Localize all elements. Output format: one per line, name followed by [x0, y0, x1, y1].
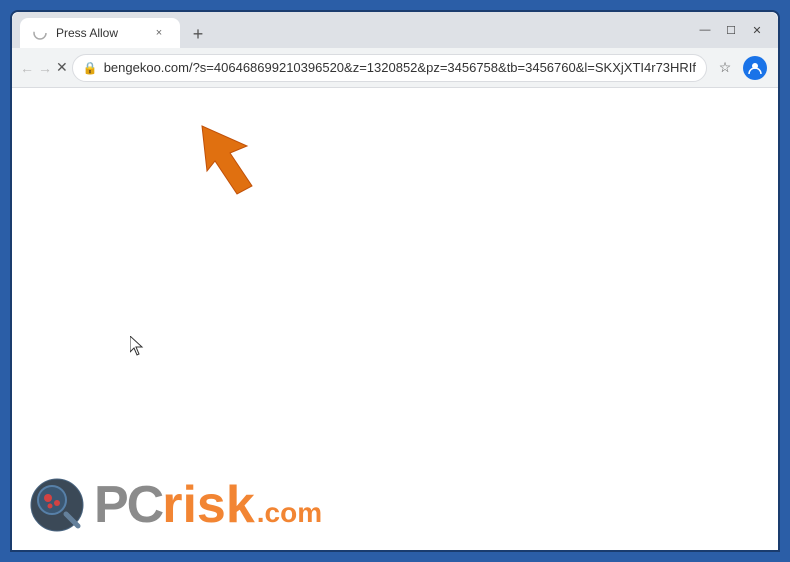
page-content: PCrisk.com [12, 88, 778, 550]
reload-button[interactable]: ✕ [56, 54, 68, 82]
toolbar-actions: ☆ ⋮ [711, 54, 780, 82]
menu-button[interactable]: ⋮ [771, 54, 780, 82]
arrow-indicator [192, 116, 282, 211]
tab-favicon [32, 25, 48, 41]
forward-button[interactable]: → [38, 54, 52, 82]
close-button[interactable]: ✕ [748, 21, 766, 39]
toolbar: ← → ✕ 🔒 bengekoo.com/?s=4064686992103965… [12, 48, 778, 88]
address-bar[interactable]: 🔒 bengekoo.com/?s=406468699210396520&z=1… [72, 54, 707, 82]
watermark: PCrisk.com [30, 478, 322, 532]
pcrisk-text: PCrisk.com [94, 479, 322, 531]
new-tab-button[interactable]: + [184, 20, 212, 48]
back-button[interactable]: ← [20, 54, 34, 82]
title-bar: Press Allow × + — ☐ ✕ [12, 12, 778, 48]
tab-close-button[interactable]: × [150, 24, 168, 42]
minimize-button[interactable]: — [696, 21, 714, 39]
tab-strip: Press Allow × + [20, 12, 692, 48]
url-text: bengekoo.com/?s=406468699210396520&z=132… [104, 60, 696, 75]
active-tab[interactable]: Press Allow × [20, 18, 180, 48]
lock-icon: 🔒 [83, 61, 98, 75]
pc-text: PC [94, 479, 162, 531]
mouse-cursor [130, 336, 142, 354]
restore-button[interactable]: ☐ [722, 21, 740, 39]
dotcom-text: .com [257, 499, 322, 527]
risk-text: risk [162, 479, 255, 531]
profile-button[interactable] [743, 56, 767, 80]
pcrisk-logo-icon [30, 478, 84, 532]
window-controls: — ☐ ✕ [696, 21, 770, 39]
browser-window: Press Allow × + — ☐ ✕ ← → ✕ 🔒 bengekoo.c… [10, 10, 780, 552]
bookmark-button[interactable]: ☆ [711, 54, 739, 82]
tab-title: Press Allow [56, 26, 142, 40]
